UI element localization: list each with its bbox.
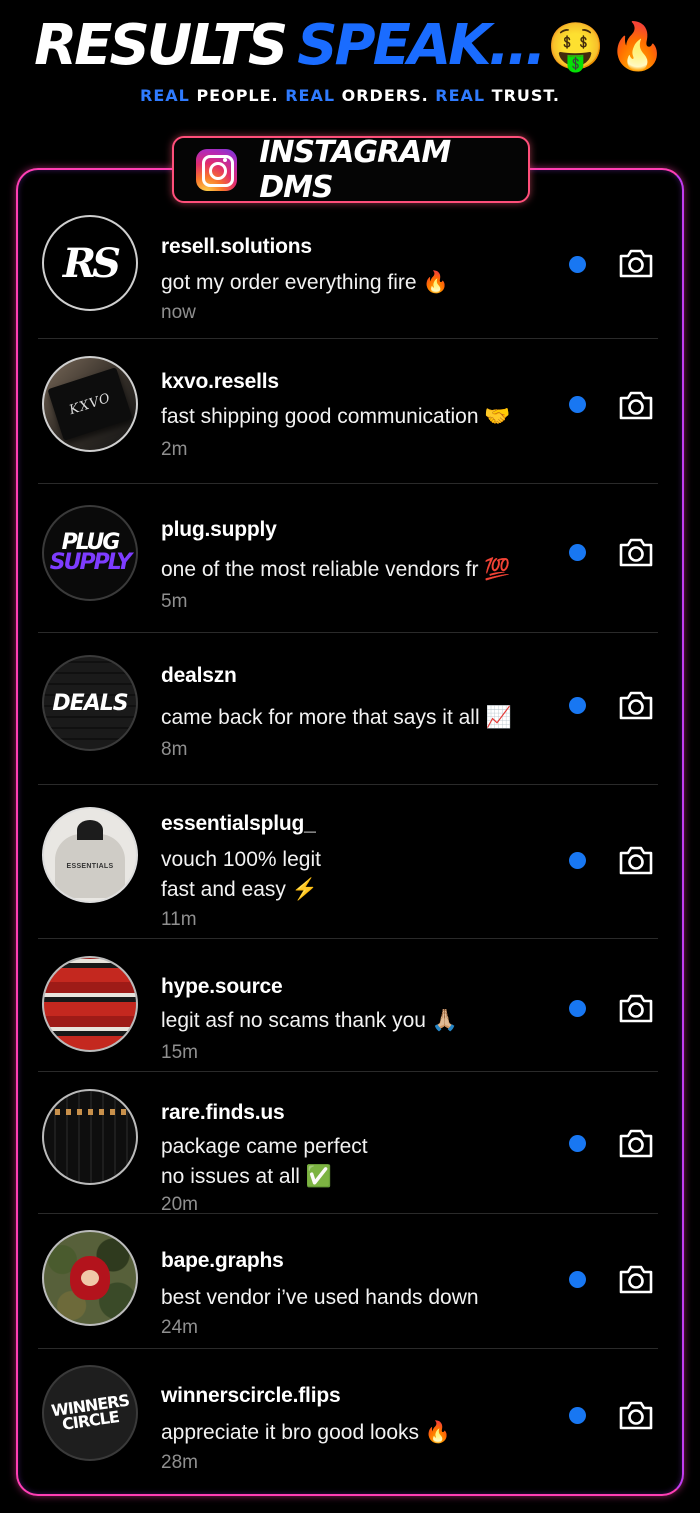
camera-icon[interactable] bbox=[616, 243, 656, 283]
unread-dot bbox=[569, 256, 586, 273]
dm-list: RS resell.solutions got my order everyth… bbox=[38, 185, 658, 1489]
panel-title: INSTAGRAM DMS bbox=[259, 134, 451, 205]
message-preview: best vendor i’ve used hands down bbox=[161, 1286, 479, 1309]
dm-row[interactable]: bape.graphs best vendor i’ve used hands … bbox=[38, 1214, 658, 1349]
tagline-word: TRUST. bbox=[491, 86, 560, 105]
message-preview: fast and easy ⚡ bbox=[161, 878, 318, 901]
unread-dot bbox=[569, 1271, 586, 1288]
message-preview: appreciate it bro good looks 🔥 bbox=[161, 1421, 451, 1444]
camera-icon[interactable] bbox=[616, 685, 656, 725]
avatar-logo-text: RS bbox=[62, 239, 121, 287]
username[interactable]: bape.graphs bbox=[161, 1249, 284, 1273]
avatar-logo-text: DEALS bbox=[52, 690, 128, 716]
timestamp: 11m bbox=[161, 909, 197, 930]
tagline-word: REAL bbox=[140, 86, 190, 105]
camera-icon[interactable] bbox=[616, 840, 656, 880]
unread-dot bbox=[569, 396, 586, 413]
message-preview: fast shipping good communication 🤝 bbox=[161, 405, 511, 428]
dm-row[interactable]: DEALS dealszn came back for more that sa… bbox=[38, 633, 658, 785]
username[interactable]: hype.source bbox=[161, 975, 283, 999]
camera-icon[interactable] bbox=[616, 1123, 656, 1163]
username[interactable]: rare.finds.us bbox=[161, 1101, 285, 1125]
headline-word-results: RESULTS bbox=[34, 13, 288, 78]
camera-icon[interactable] bbox=[616, 1259, 656, 1299]
unread-dot bbox=[569, 544, 586, 561]
message-preview: one of the most reliable vendors fr 💯 bbox=[161, 558, 511, 581]
avatar[interactable] bbox=[42, 1089, 138, 1185]
timestamp: 2m bbox=[161, 439, 188, 460]
avatar[interactable]: PLUG SUPPLY bbox=[42, 505, 138, 601]
tagline: REAL PEOPLE. REAL ORDERS. REAL TRUST. bbox=[0, 86, 700, 105]
username[interactable]: kxvo.resells bbox=[161, 370, 279, 394]
dm-row[interactable]: RS resell.solutions got my order everyth… bbox=[38, 185, 658, 339]
unread-dot bbox=[569, 1000, 586, 1017]
tagline-word: ORDERS. bbox=[341, 86, 429, 105]
unread-dot bbox=[569, 697, 586, 714]
username[interactable]: essentialsplug_ bbox=[161, 812, 316, 836]
headline: RESULTS SPEAK... 🤑 🔥 bbox=[0, 12, 700, 80]
message-preview: no issues at all ✅ bbox=[161, 1165, 332, 1188]
camera-icon[interactable] bbox=[616, 1395, 656, 1435]
money-mouth-emoji-icon: 🤑 bbox=[547, 19, 605, 73]
username[interactable]: winnerscircle.flips bbox=[161, 1384, 341, 1408]
message-preview: package came perfect bbox=[161, 1135, 368, 1158]
kxvo-box-image: KXVO bbox=[47, 367, 133, 441]
camera-icon[interactable] bbox=[616, 988, 656, 1028]
timestamp: 20m bbox=[161, 1194, 198, 1215]
tagline-word: REAL bbox=[435, 86, 486, 105]
fire-emoji-icon: 🔥 bbox=[608, 19, 666, 73]
avatar[interactable]: KXVO bbox=[42, 356, 138, 452]
username[interactable]: plug.supply bbox=[161, 518, 277, 542]
headline-word-speak: SPEAK... bbox=[297, 13, 546, 78]
dm-row[interactable]: KXVO kxvo.resells fast shipping good com… bbox=[38, 339, 658, 484]
tagline-word: PEOPLE. bbox=[196, 86, 279, 105]
timestamp: now bbox=[161, 302, 196, 323]
panel-header: INSTAGRAM DMS bbox=[172, 134, 530, 205]
message-preview: legit asf no scams thank you 🙏🏼 bbox=[161, 1009, 458, 1032]
avatar[interactable]: ESSENTIALS bbox=[42, 807, 138, 903]
avatar-logo-text: KXVO bbox=[67, 390, 113, 418]
timestamp: 24m bbox=[161, 1317, 198, 1338]
camera-icon[interactable] bbox=[616, 532, 656, 572]
unread-dot bbox=[569, 1407, 586, 1424]
dm-row[interactable]: WINNERS CIRCLE winnerscircle.flips appre… bbox=[38, 1349, 658, 1489]
dm-row[interactable]: rare.finds.us package came perfect no is… bbox=[38, 1072, 658, 1215]
message-preview: came back for more that says it all 📈 bbox=[161, 706, 512, 729]
timestamp: 5m bbox=[161, 591, 188, 612]
avatar[interactable]: RS bbox=[42, 215, 138, 311]
unread-dot bbox=[569, 1135, 586, 1152]
hoodie-image: ESSENTIALS bbox=[55, 820, 125, 898]
unread-dot bbox=[569, 852, 586, 869]
avatar[interactable]: DEALS bbox=[42, 655, 138, 751]
avatar-logo-text: ESSENTIALS bbox=[66, 862, 114, 870]
message-preview: vouch 100% legit bbox=[161, 848, 321, 871]
dm-row[interactable]: PLUG SUPPLY plug.supply one of the most … bbox=[38, 484, 658, 633]
message-preview: got my order everything fire 🔥 bbox=[161, 271, 449, 294]
timestamp: 15m bbox=[161, 1042, 198, 1063]
timestamp: 8m bbox=[161, 739, 188, 760]
username[interactable]: dealszn bbox=[161, 664, 237, 688]
bape-ape-head-image bbox=[70, 1256, 110, 1300]
camera-icon[interactable] bbox=[616, 385, 656, 425]
avatar-logo-text: SUPPLY bbox=[49, 550, 132, 575]
tagline-word: REAL bbox=[285, 86, 336, 105]
avatar[interactable] bbox=[42, 1230, 138, 1326]
username[interactable]: resell.solutions bbox=[161, 235, 312, 259]
dm-row[interactable]: ESSENTIALS essentialsplug_ vouch 100% le… bbox=[38, 785, 658, 939]
timestamp: 28m bbox=[161, 1452, 198, 1473]
dm-row[interactable]: hype.source legit asf no scams thank you… bbox=[38, 939, 658, 1072]
avatar[interactable]: WINNERS CIRCLE bbox=[42, 1365, 138, 1461]
instagram-logo-icon bbox=[196, 148, 238, 191]
avatar[interactable] bbox=[42, 956, 138, 1052]
